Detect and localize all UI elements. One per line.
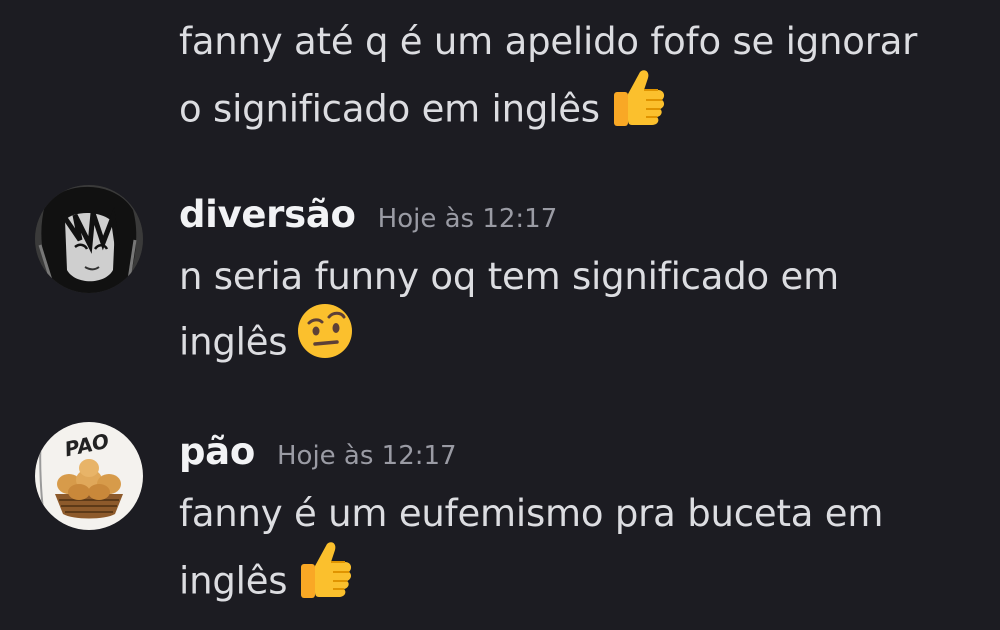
username[interactable]: pão — [179, 430, 255, 473]
chat-message-list: fanny até q é um apelido fofo se ignorar… — [0, 0, 1000, 630]
message-text-line-1: fanny é um eufemismo pra buceta em — [179, 492, 884, 535]
message-text-line-2: o significado em inglês — [179, 70, 969, 150]
avatar[interactable]: PAO — [35, 422, 143, 530]
message-text: n seria funny oq tem significado em ingl… — [179, 247, 969, 381]
message-text: fanny até q é um apelido fofo se ignorar… — [179, 12, 969, 150]
bread-basket-avatar-icon: PAO — [35, 422, 143, 530]
message-header: diversão Hoje às 12:17 — [179, 193, 557, 236]
message-text-line-1: n seria funny oq tem significado em — [179, 255, 839, 298]
message-text-line-2: inglês — [179, 542, 969, 622]
anime-character-avatar-icon — [35, 185, 143, 293]
message-text-line-2: inglês — [179, 304, 969, 381]
thumbs-up-icon — [297, 540, 353, 618]
username[interactable]: diversão — [179, 193, 356, 236]
timestamp[interactable]: Hoje às 12:17 — [378, 204, 558, 234]
message-text-line-1: fanny até q é um apelido fofo se ignorar — [179, 20, 918, 63]
timestamp[interactable]: Hoje às 12:17 — [277, 441, 457, 471]
message-header: pão Hoje às 12:17 — [179, 430, 457, 473]
face-with-raised-eyebrow-icon — [297, 303, 353, 377]
message-text: fanny é um eufemismo pra buceta em inglê… — [179, 484, 969, 622]
avatar[interactable] — [35, 185, 143, 293]
thumbs-up-icon — [610, 68, 666, 146]
